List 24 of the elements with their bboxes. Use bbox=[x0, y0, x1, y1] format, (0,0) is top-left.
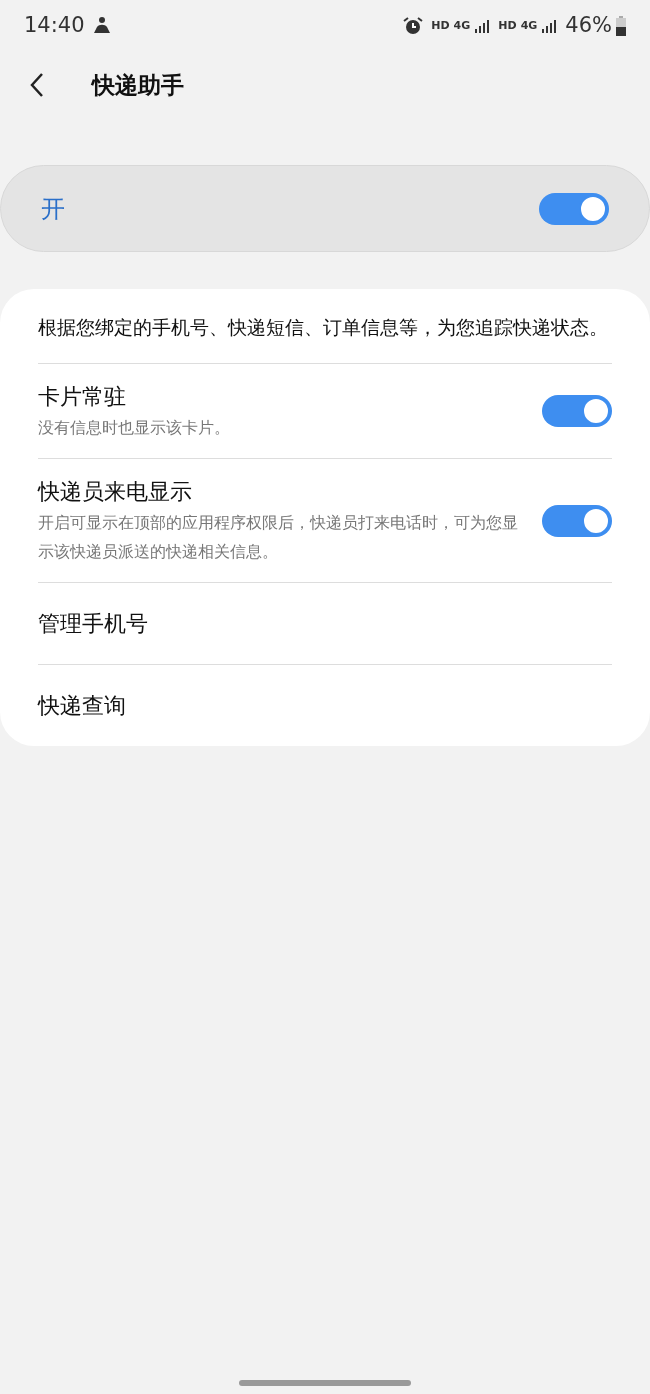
toggle-switch[interactable] bbox=[542, 504, 612, 537]
setting-title: 快递查询 bbox=[38, 692, 127, 720]
app-notification-icon bbox=[92, 16, 111, 36]
alarm-icon bbox=[403, 16, 424, 36]
switch-label: 开 bbox=[41, 193, 65, 225]
status-time: 14:40 bbox=[24, 12, 85, 40]
setting-title: 快递员来电显示 bbox=[38, 478, 193, 506]
setting-description: 没有信息时也显示该卡片。 bbox=[38, 417, 231, 439]
toggle-switch[interactable] bbox=[539, 192, 609, 225]
setting-description: 开启可显示在顶部的应用程序权限后，快递员打来电话时，可为您显示该快递员派送的快递相关信息。 bbox=[38, 512, 519, 563]
battery-percent: 46% bbox=[565, 12, 612, 40]
status-label: HD bbox=[431, 17, 450, 34]
status-label: 4G bbox=[453, 17, 471, 34]
setting-title: 卡片常驻 bbox=[38, 383, 127, 411]
battery-icon bbox=[616, 16, 626, 36]
back-icon[interactable] bbox=[30, 72, 44, 98]
status-label: 4G bbox=[520, 17, 538, 34]
setting-title: 管理手机号 bbox=[38, 610, 149, 638]
signal-icon bbox=[541, 18, 558, 34]
toggle-switch[interactable] bbox=[542, 395, 612, 427]
description-text: 根据您绑定的手机号、快递短信、订单信息等，为您追踪快递状态。 bbox=[38, 289, 612, 364]
status-label: HD bbox=[498, 17, 517, 34]
signal-icon bbox=[474, 18, 491, 34]
page-title: 快递助手 bbox=[92, 70, 184, 100]
